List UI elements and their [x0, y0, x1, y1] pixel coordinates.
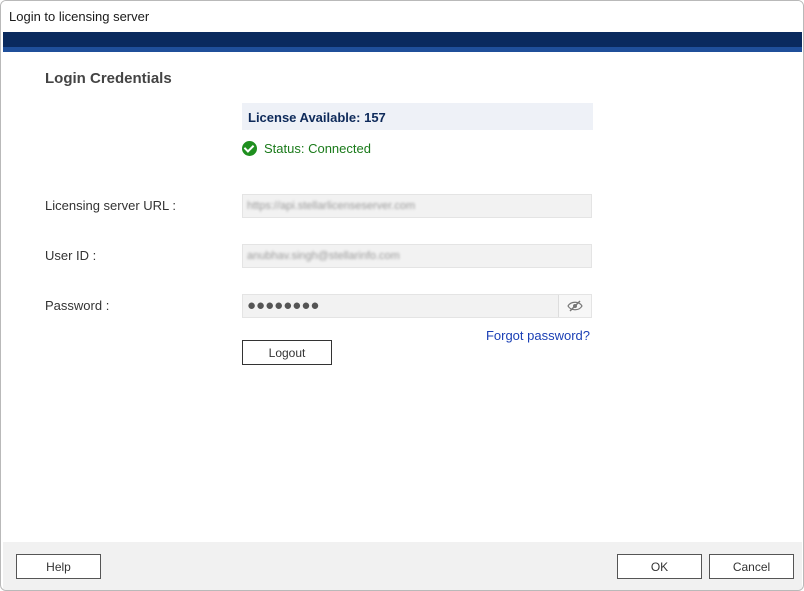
- header-band: [3, 32, 802, 52]
- server-url-value: https://api.stellarlicenseserver.com: [247, 200, 416, 212]
- password-label: Password :: [45, 298, 110, 313]
- window-title: Login to licensing server: [9, 9, 150, 24]
- help-button[interactable]: Help: [16, 554, 101, 579]
- password-field[interactable]: ●●●●●●●●: [242, 294, 592, 318]
- password-value: ●●●●●●●●: [247, 297, 320, 314]
- login-dialog: Login to licensing server Login Credenti…: [0, 0, 804, 591]
- server-url-field[interactable]: https://api.stellarlicenseserver.com: [242, 194, 592, 218]
- logout-button[interactable]: Logout: [242, 340, 332, 365]
- eye-slash-icon: [567, 300, 583, 312]
- license-available-box: License Available: 157: [242, 103, 593, 130]
- section-title: Login Credentials: [45, 70, 172, 87]
- ok-button[interactable]: OK: [617, 554, 702, 579]
- status-row: Status: Connected: [242, 139, 371, 157]
- cancel-button[interactable]: Cancel: [709, 554, 794, 579]
- status-text: Status: Connected: [264, 140, 371, 156]
- user-id-field[interactable]: anubhav.singh@stellarinfo.com: [242, 244, 592, 268]
- user-id-value: anubhav.singh@stellarinfo.com: [247, 250, 400, 262]
- forgot-password-link[interactable]: Forgot password?: [486, 328, 590, 343]
- password-visibility-toggle[interactable]: [558, 295, 591, 317]
- user-id-label: User ID :: [45, 248, 97, 263]
- dialog-footer: Help OK Cancel: [3, 542, 802, 590]
- title-bar: Login to licensing server: [1, 1, 803, 32]
- server-url-label: Licensing server URL :: [45, 198, 177, 213]
- license-available-text: License Available: 157: [248, 110, 386, 125]
- check-circle-icon: [242, 140, 257, 156]
